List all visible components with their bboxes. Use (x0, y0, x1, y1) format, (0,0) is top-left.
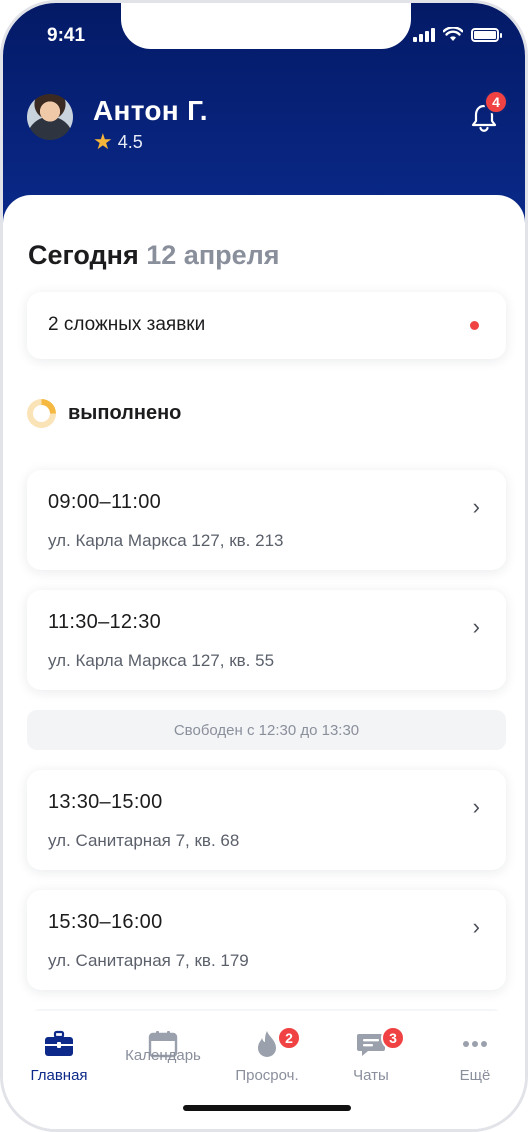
free-time-banner: Свободен с 12:30 до 13:30 (27, 710, 506, 750)
avatar[interactable] (27, 94, 73, 140)
appointment-time: 13:30–15:00 (48, 791, 163, 813)
tab-label: Чаты (353, 1067, 389, 1084)
star-icon: ★ (93, 129, 113, 154)
user-rating: ★ 4.5 (93, 131, 143, 153)
date-value: 12 апреля (146, 240, 280, 270)
chevron-right-icon: › (472, 614, 480, 639)
chats-badge: 3 (381, 1026, 405, 1050)
alert-dot (470, 321, 479, 330)
appointment-card[interactable]: 11:30–12:30 ул. Карла Маркса 127, кв. 55… (27, 590, 506, 690)
complex-requests-card[interactable]: 2 сложных заявки (27, 292, 506, 359)
tab-label: Календарь (125, 1047, 201, 1064)
tab-label: Ещё (459, 1067, 491, 1084)
chevron-right-icon: › (472, 914, 480, 939)
appointment-time: 09:00–11:00 (48, 491, 162, 513)
status-time: 9:41 (47, 25, 86, 46)
date-label: Сегодня (28, 240, 139, 270)
tab-more[interactable]: Ещё (425, 1029, 525, 1088)
overdue-badge: 2 (277, 1026, 301, 1050)
cellular-signal-icon (413, 27, 435, 42)
appointment-time: 15:30–16:00 (48, 911, 163, 933)
user-name: Антон Г. (93, 95, 208, 126)
wifi-icon (443, 27, 463, 41)
chevron-right-icon: › (472, 794, 480, 819)
status-icons (413, 27, 502, 42)
complex-requests-text: 2 сложных заявки (48, 314, 206, 335)
battery-icon (471, 27, 502, 42)
home-indicator (183, 1105, 351, 1111)
progress-row: выполнено (27, 399, 181, 428)
appointment-card[interactable]: 13:30–15:00 ул. Санитарная 7, кв. 68 › (27, 770, 506, 870)
tab-overdue[interactable]: 2 Просроч. (217, 1026, 317, 1088)
chevron-right-icon: › (472, 494, 480, 519)
appointment-time: 11:30–12:30 (48, 611, 162, 633)
tab-home[interactable]: Главная (9, 1029, 109, 1088)
notification-badge: 4 (484, 90, 508, 114)
tab-chats[interactable]: 3 Чаты (321, 1026, 421, 1088)
briefcase-icon (44, 1029, 74, 1059)
appointment-address: ул. Карла Маркса 127, кв. 213 (48, 531, 284, 550)
more-dots-icon (462, 1029, 488, 1059)
tab-label: Просроч. (235, 1067, 299, 1084)
rating-value: 4.5 (117, 131, 143, 152)
appointment-card[interactable]: 15:30–16:00 ул. Санитарная 7, кв. 179 › (27, 890, 506, 990)
tab-label: Главная (30, 1067, 88, 1084)
page-title: Сегодня 12 апреля (28, 240, 280, 271)
progress-label: выполнено (68, 402, 182, 424)
tab-calendar[interactable]: Календарь (113, 1029, 213, 1068)
flame-icon (255, 1029, 279, 1059)
appointment-address: ул. Карла Маркса 127, кв. 55 (48, 651, 275, 670)
phone-frame: 9:41 Антон Г. ★ 4.5 4 Сегодня 12 апреля … (0, 0, 528, 1132)
notch (121, 3, 411, 49)
appointment-card[interactable]: 09:00–11:00 ул. Карла Маркса 127, кв. 21… (27, 470, 506, 570)
progress-ring-icon (27, 399, 56, 428)
appointment-address: ул. Санитарная 7, кв. 179 (48, 951, 249, 970)
appointment-address: ул. Санитарная 7, кв. 68 (48, 831, 240, 850)
